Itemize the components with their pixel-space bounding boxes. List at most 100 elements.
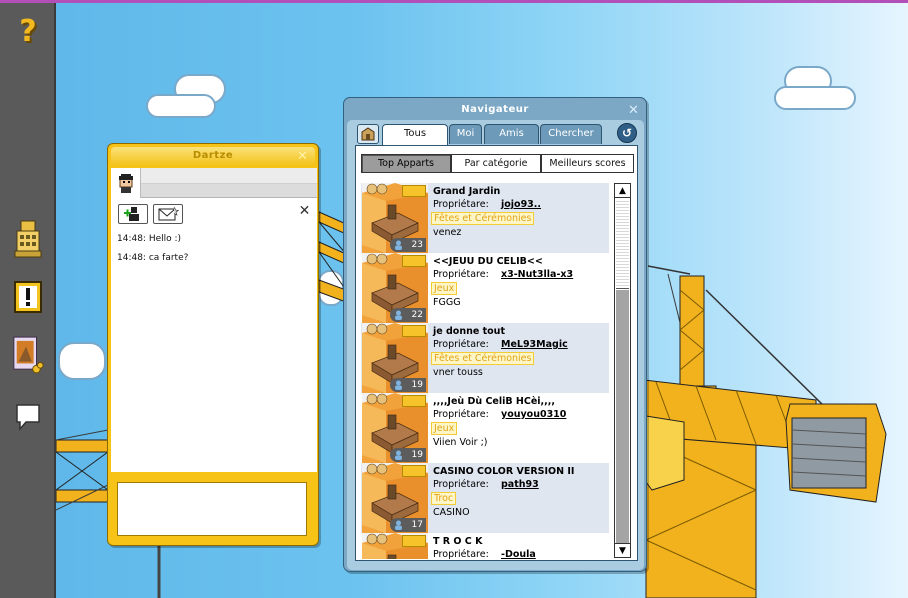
help-icon[interactable]: ? xyxy=(12,14,44,49)
room-list-item[interactable]: 22 <<JEUU DU CELIB<< Propriétare: x3-Nut3ll… xyxy=(361,253,609,323)
room-description: CASINO xyxy=(433,507,470,518)
user-count-badge: 19 xyxy=(390,378,426,392)
cloud xyxy=(146,94,216,118)
room-rating-badge-icon xyxy=(402,535,426,547)
subtab-par-categorie[interactable]: Par catégorie xyxy=(451,154,541,173)
scroll-up-arrow-icon[interactable]: ▲ xyxy=(615,184,630,198)
chat-title: Dartze xyxy=(192,150,234,161)
chat-input[interactable] xyxy=(117,482,307,536)
user-count: 23 xyxy=(411,240,423,250)
chat-message: 14:48: ca farte? xyxy=(117,253,188,263)
room-rating-badge-icon xyxy=(402,255,426,267)
room-rating-badge-icon xyxy=(402,325,426,337)
room-name[interactable]: T R O C K xyxy=(433,536,482,547)
home-room-icon xyxy=(361,127,375,141)
user-count-badge: 22 xyxy=(390,308,426,322)
room-description: FGGG xyxy=(433,297,461,308)
room-list-item[interactable]: 23 Grand Jardin Propriétare: jojo93.. Fêtes … xyxy=(361,183,609,253)
room-name[interactable]: ,,,,Jeù Dù CeliB HCèi,,,, xyxy=(433,396,555,407)
hotel-icon[interactable] xyxy=(12,220,44,258)
tab-strip-shadow xyxy=(141,184,317,198)
left-toolbar: ? xyxy=(0,3,56,598)
room-name[interactable]: <<JEUU DU CELIB<< xyxy=(433,256,543,267)
room-owner-link[interactable]: jojo93.. xyxy=(501,199,541,210)
message-time: 14:48: xyxy=(117,253,146,263)
scroll-track[interactable] xyxy=(616,290,629,543)
room-owner-link[interactable]: path93 xyxy=(501,479,539,490)
room-owner-link[interactable]: -Doula xyxy=(501,549,536,559)
owner-label: Propriétare: xyxy=(433,199,489,210)
user-icon xyxy=(395,520,402,530)
subtab-top-apparts[interactable]: Top Apparts xyxy=(361,154,451,173)
room-name[interactable]: je donne tout xyxy=(433,326,505,337)
room-description: vner touss xyxy=(433,367,483,378)
room-owner-link[interactable]: MeL93Magic xyxy=(501,339,568,350)
room-list-item[interactable]: 19 je donne tout Propriétare: MeL93Magic Fêt… xyxy=(361,323,609,393)
user-icon xyxy=(395,310,402,320)
user-count: 17 xyxy=(411,520,423,530)
chat-message: 14:48: Hello :) xyxy=(117,234,181,244)
close-icon[interactable]: ✕ xyxy=(627,104,640,117)
owner-label: Propriétare: xyxy=(433,409,489,420)
owner-label: Propriétare: xyxy=(433,549,489,559)
room-category: Jeux xyxy=(431,422,458,435)
room-category: Fêtes et Cérémonies xyxy=(431,352,535,365)
add-friend-icon xyxy=(124,207,139,221)
room-owner-link[interactable]: x3-Nut3lla-x3 xyxy=(501,269,573,280)
user-icon xyxy=(395,380,402,390)
top-border xyxy=(0,0,908,3)
chat-window: Dartze ✕ ✕ 14:48: Hello:) 14:48: ca far… xyxy=(107,143,319,546)
avatar[interactable] xyxy=(111,168,141,198)
home-room-button[interactable] xyxy=(357,124,379,144)
user-count: 19 xyxy=(411,380,423,390)
message-time: 14:48: xyxy=(117,234,146,244)
room-description: Viien Voir ;) xyxy=(433,437,488,448)
room-description: venez xyxy=(433,227,462,238)
navigator-icon[interactable] xyxy=(12,336,44,374)
room-category: Fêtes et Cérémonies xyxy=(431,212,535,225)
room-category: Troc xyxy=(431,492,457,505)
user-count-badge: 23 xyxy=(390,238,426,252)
room-category: Jeux xyxy=(431,282,458,295)
scroll-thumb[interactable] xyxy=(616,199,629,289)
user-count: 22 xyxy=(411,310,423,320)
navigator-title[interactable]: Navigateur xyxy=(344,104,646,115)
room-rating-badge-icon xyxy=(402,395,426,407)
close-icon[interactable]: ✕ xyxy=(296,150,309,163)
room-rating-badge-icon xyxy=(402,185,426,197)
navigator-window: Navigateur ✕ Tous Moi Amis Chercher ↺ To… xyxy=(343,97,647,572)
room-owner-link[interactable]: youyou0310 xyxy=(501,409,566,420)
alert-icon[interactable] xyxy=(12,281,44,313)
user-icon xyxy=(395,450,402,460)
scroll-down-arrow-icon[interactable]: ▼ xyxy=(615,543,630,557)
tab-moi[interactable]: Moi xyxy=(449,124,482,144)
tab-strip xyxy=(141,168,317,184)
close-conversation-icon[interactable]: ✕ xyxy=(298,204,311,218)
message-text: ca farte? xyxy=(148,253,189,263)
room-list: 23 Grand Jardin Propriétare: jojo93.. Fêtes … xyxy=(361,183,609,559)
owner-label: Propriétare: xyxy=(433,479,489,490)
speech-bubble-icon[interactable] xyxy=(12,401,44,433)
back-arrow-icon[interactable]: ↺ xyxy=(617,123,637,143)
room-list-item[interactable]: 17 CASINO COLOR VERSION II Propriétare: pat… xyxy=(361,463,609,533)
chat-titlebar[interactable]: Dartze ✕ xyxy=(111,147,315,166)
tab-amis[interactable]: Amis xyxy=(484,124,539,144)
room-list-item[interactable]: T R O C K Propriétare: -Doula xyxy=(361,533,609,559)
user-count-badge: 17 xyxy=(390,518,426,532)
envelope-icon xyxy=(158,206,179,221)
subtab-meilleurs-scores[interactable]: Meilleurs scores xyxy=(541,154,634,173)
message-text: Hello :) xyxy=(148,234,182,244)
user-count-badge: 19 xyxy=(390,448,426,462)
user-icon xyxy=(395,240,402,250)
tab-tous[interactable]: Tous xyxy=(382,124,448,145)
room-name[interactable]: CASINO COLOR VERSION II xyxy=(433,466,574,477)
room-list-item[interactable]: 19 ,,,,Jeù Dù CeliB HCèi,,,, Propriétare: y… xyxy=(361,393,609,463)
add-friend-button[interactable] xyxy=(118,204,148,224)
scrollbar[interactable]: ▲ ▼ xyxy=(614,183,631,558)
tab-chercher[interactable]: Chercher xyxy=(540,124,602,144)
navigator-panel: Top Apparts Par catégorie Meilleurs scor… xyxy=(355,145,638,561)
room-name[interactable]: Grand Jardin xyxy=(433,186,500,197)
send-message-button[interactable] xyxy=(153,204,183,224)
room-rating-badge-icon xyxy=(402,465,426,477)
owner-label: Propriétare: xyxy=(433,339,489,350)
